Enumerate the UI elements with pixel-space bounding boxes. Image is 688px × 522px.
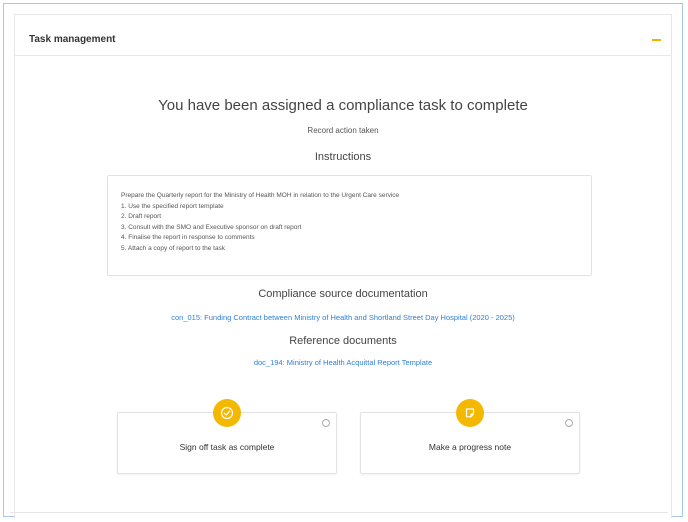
minus-icon[interactable] <box>652 39 661 41</box>
sign-off-label: Sign off task as complete <box>179 442 275 452</box>
note-icon <box>456 399 484 427</box>
instruction-line: Prepare the Quarterly report for the Min… <box>121 192 400 199</box>
info-icon[interactable] <box>322 419 330 427</box>
instruction-line: 3. Consult with the SMO and Executive sp… <box>121 223 302 231</box>
divider <box>10 512 668 513</box>
check-circle-icon <box>213 399 241 427</box>
progress-note-label: Make a progress note <box>428 442 512 452</box>
instructions-title: Instructions <box>314 151 372 163</box>
instruction-line: 2. Draft report <box>121 213 162 220</box>
panel-title: Task management <box>29 34 116 45</box>
instruction-line: 1. Use the specified report template <box>121 202 224 210</box>
instruction-line: 4. Finalise the report in response to co… <box>121 234 255 241</box>
page-headline: You have been assigned a compliance task… <box>158 97 528 114</box>
compliance-source-link[interactable]: con_015: Funding Contract between Minist… <box>15 313 671 322</box>
panel-header: Task management <box>15 15 671 56</box>
sign-off-card[interactable]: Sign off task as complete <box>117 399 337 474</box>
compliance-source-title: Compliance source documentation <box>258 288 428 300</box>
reference-document-link[interactable]: doc_194: Ministry of Health Acquittal Re… <box>15 358 671 367</box>
record-action-text: Record action taken <box>307 126 379 135</box>
window-frame: Task management You have been assigned a… <box>3 3 683 518</box>
instructions-box: Prepare the Quarterly report for the Min… <box>107 175 592 276</box>
info-icon[interactable] <box>565 419 573 427</box>
progress-note-card[interactable]: Make a progress note <box>360 399 580 474</box>
reference-documents-title: Reference documents <box>289 335 397 347</box>
instruction-line: 5. Attach a copy of report to the task <box>121 244 226 252</box>
task-management-panel: Task management You have been assigned a… <box>14 14 672 518</box>
